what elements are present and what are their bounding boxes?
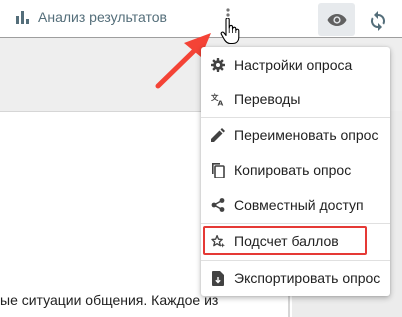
menu-item-label: Экспортировать опрос	[234, 270, 381, 286]
gear-icon	[211, 58, 225, 72]
menu-item-label: Переименовать опрос	[234, 127, 379, 143]
menu-item-label: Переводы	[234, 91, 301, 107]
copy-icon	[211, 162, 225, 178]
translate-icon: 文 A	[211, 92, 225, 106]
analysis-results-label: Анализ результатов	[38, 9, 167, 25]
survey-options-menu: Настройки опроса 文 A Переводы Переименов…	[201, 47, 390, 296]
export-file-icon	[211, 270, 225, 286]
menu-item-label: Совместный доступ	[234, 197, 364, 213]
menu-item-rename-survey[interactable]: Переименовать опрос	[201, 118, 390, 152]
menu-item-export-survey[interactable]: Экспортировать опрос	[201, 261, 390, 295]
menu-item-label: Настройки опроса	[234, 57, 353, 73]
sync-icon	[371, 11, 385, 31]
hand-cursor-icon	[220, 18, 240, 45]
analysis-results-link[interactable]: Анализ результатов	[16, 9, 167, 25]
menu-item-label: Копировать опрос	[234, 162, 352, 178]
menu-item-shared-access[interactable]: Совместный доступ	[201, 188, 390, 222]
menu-item-survey-settings[interactable]: Настройки опроса	[201, 48, 390, 82]
refresh-button[interactable]	[364, 7, 392, 35]
menu-item-copy-survey[interactable]: Копировать опрос	[201, 153, 390, 187]
bar-chart-icon	[16, 10, 29, 24]
top-toolbar: Анализ результатов	[0, 0, 402, 38]
share-icon	[211, 198, 225, 212]
scoring-highlight-box	[203, 226, 367, 255]
preview-button[interactable]	[318, 3, 355, 36]
svg-text:A: A	[218, 99, 224, 106]
eye-icon	[327, 13, 346, 26]
pencil-icon	[211, 128, 225, 142]
menu-item-translations[interactable]: 文 A Переводы	[201, 82, 390, 116]
